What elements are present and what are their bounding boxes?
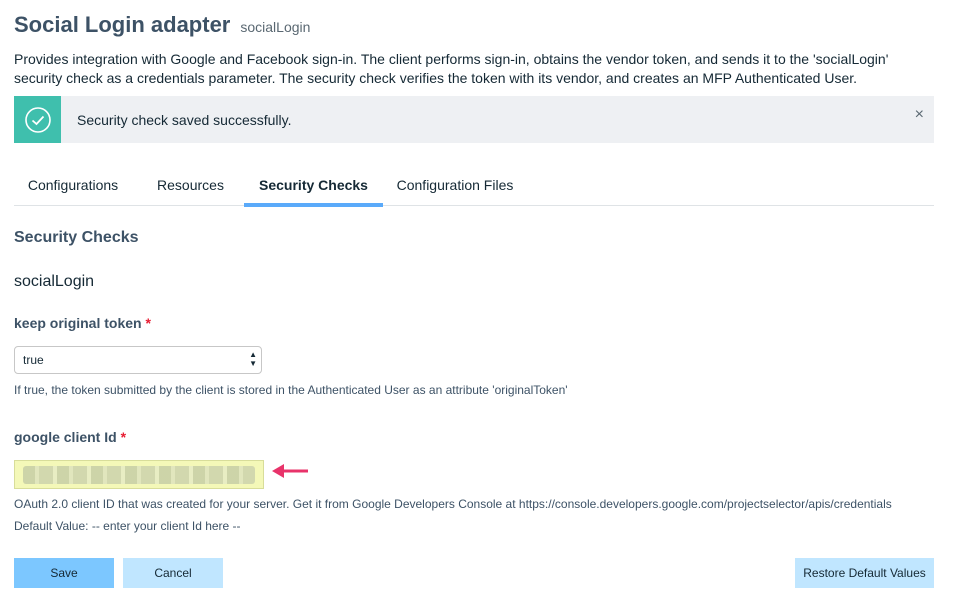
page-subtitle: socialLogin (240, 19, 311, 35)
cancel-button[interactable]: Cancel (123, 558, 223, 588)
select-arrows-icon: ▲ ▼ (249, 350, 257, 368)
tab-configurations[interactable]: Configurations (14, 170, 132, 205)
security-check-name: socialLogin (14, 273, 95, 290)
notification-message: Security check saved successfully. (77, 111, 292, 128)
google-client-id-label: google client Id * (14, 429, 126, 445)
google-client-id-input[interactable] (14, 460, 264, 489)
page-header: Social Login adapter socialLogin (14, 12, 310, 38)
required-marker: * (120, 429, 127, 445)
field-label-text: google client Id (14, 429, 117, 445)
required-marker: * (145, 315, 151, 331)
redacted-value (23, 466, 255, 484)
tab-bar: Configurations Resources Security Checks… (14, 170, 934, 207)
google-client-id-default: Default Value: -- enter your client Id h… (14, 519, 241, 533)
annotation-arrow-icon (272, 464, 308, 478)
keep-original-token-label: keep original token * (14, 315, 151, 331)
select-value: true (23, 353, 44, 367)
keep-original-token-help: If true, the token submitted by the clie… (14, 383, 568, 397)
tab-resources[interactable]: Resources (144, 170, 237, 205)
keep-original-token-select[interactable]: true ▲ ▼ (14, 346, 262, 374)
restore-default-values-button[interactable]: Restore Default Values (795, 558, 934, 588)
save-button[interactable]: Save (14, 558, 114, 588)
success-notification: Security check saved successfully. × (14, 96, 934, 143)
tab-configuration-files[interactable]: Configuration Files (392, 170, 518, 205)
tab-security-checks[interactable]: Security Checks (244, 170, 383, 207)
checkmark-circle-icon (14, 96, 61, 143)
google-client-id-help: OAuth 2.0 client ID that was created for… (14, 497, 892, 511)
adapter-description: Provides integration with Google and Fac… (14, 51, 889, 86)
field-label-text: keep original token (14, 315, 142, 331)
section-title: Security Checks (14, 229, 139, 246)
close-icon[interactable]: × (915, 106, 924, 124)
page-title: Social Login adapter (14, 12, 231, 37)
